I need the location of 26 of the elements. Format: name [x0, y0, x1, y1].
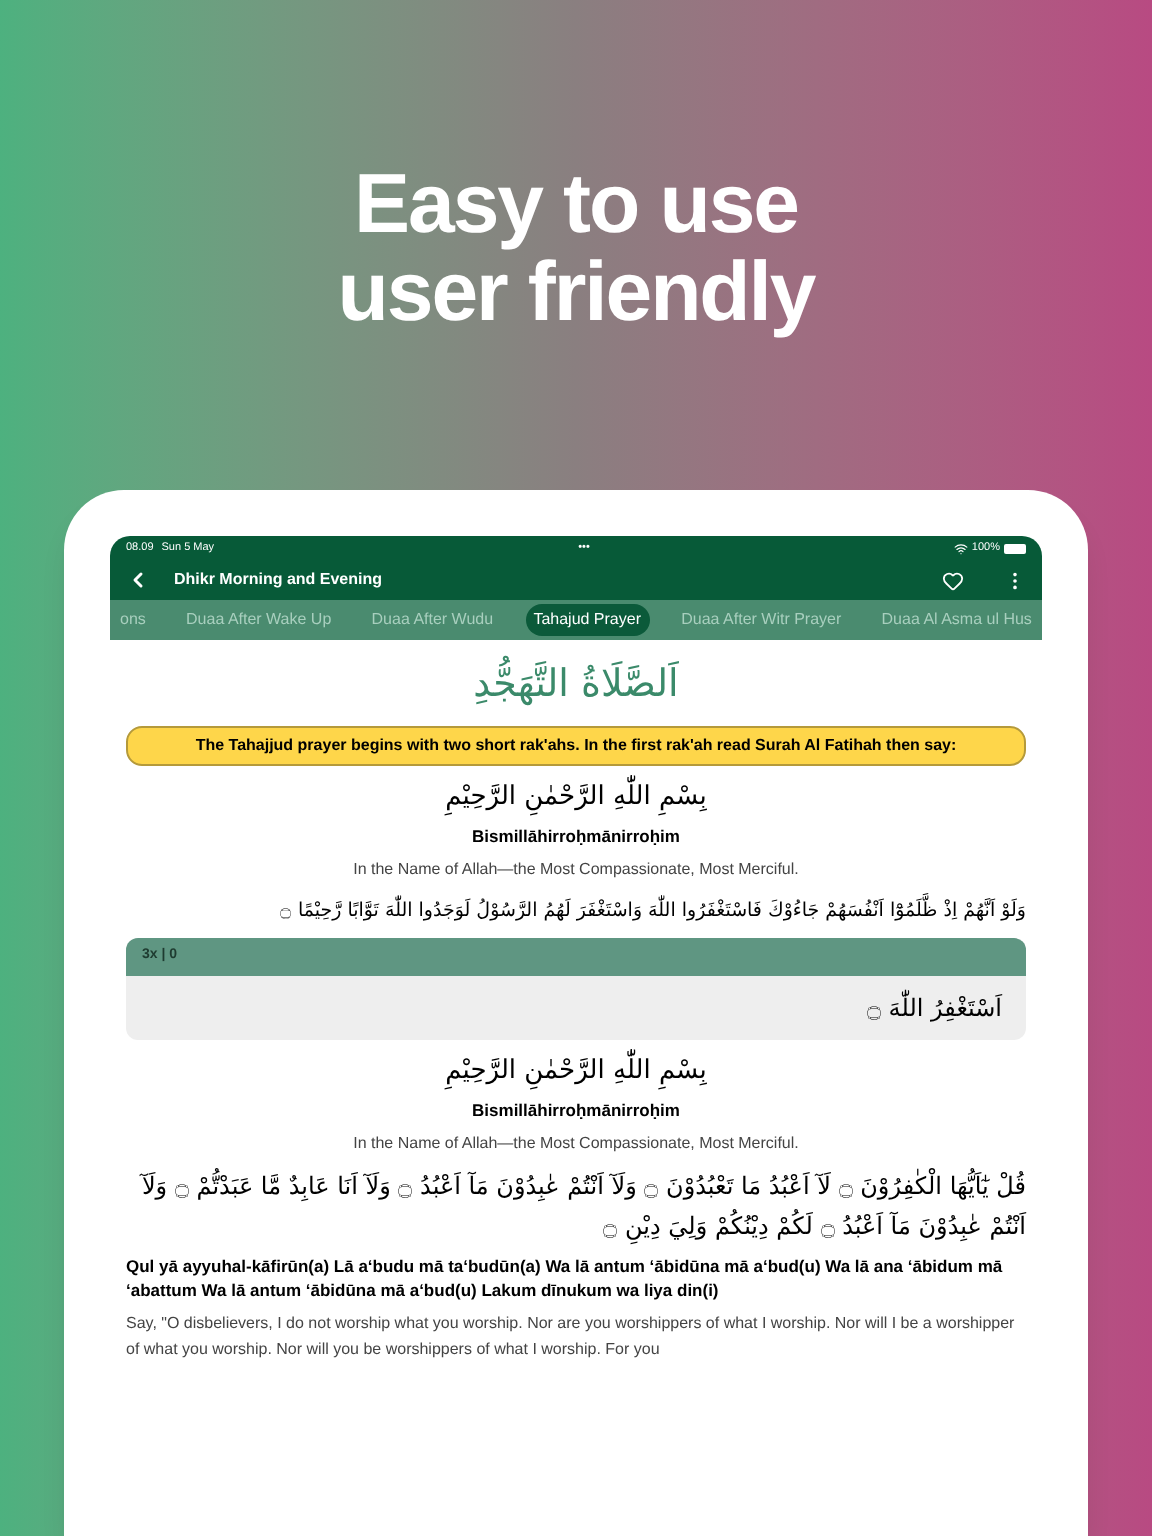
- tab[interactable]: Duaa After Wake Up: [178, 604, 340, 636]
- transliteration: Qul yā ayyuhal-kāfirūn(a) Lā aʻbudu mā taʻbudūn(a) Wa lā antum ʻābidūna mā aʻbud(u) Wa lā ana ʻābidum mā ʻabattum Wa lā antum ʻābidūna mā aʻbud(u) Lakum dīnukum wa liya din(i): [126, 1253, 1005, 1305]
- arabic-text: بِسْمِ اللّٰهِ الرَّحْمٰنِ الرَّحِيْمِ: [126, 1051, 1026, 1091]
- translation: Say, "O disbelievers, I do not worship what you worship. Nor are you worshippers of what I worship. Nor will I be a worshipper of what you worship. Nor will you be worshippers of what I worship. For you: [126, 1312, 1017, 1362]
- tab[interactable]: Tahajud Prayer: [525, 604, 649, 636]
- notice-banner: The Tahajjud prayer begins with two short rak'ahs. In the first rak'ah read Surah Al Fatihah then say:: [126, 725, 1026, 766]
- arabic-verse: وَلَوْ اَنَّهُمْ اِذْ ظَّلَمُوْٓا اَنْفُسَهُمْ جَاءُوْكَ فَاسْتَغْفَرُوا اللّٰهَ وَاسْتَغْفَرَ لَهُمُ الرَّسُوْلُ لَوَجَدُوا اللّٰهَ تَوَّابًا رَّحِيْمًا ۝: [126, 895, 1026, 926]
- headline: user friendly: [337, 248, 815, 337]
- headline: Easy to use: [354, 160, 798, 249]
- arabic-text: اَسْتَغْفِرُ اللّٰهَ ۝: [864, 987, 1005, 1026]
- heart-icon: [942, 569, 964, 591]
- transliteration: Bismillāhirroḥmānirroḥim: [470, 1098, 682, 1124]
- arabic-title: اَلصَّلَاةُ التَّهَجُّدِ: [126, 656, 1026, 713]
- favorite-button[interactable]: [942, 569, 964, 591]
- arabic-text: قُلْ يٰٓاَيُّهَا الْكٰفِرُوْنَ ۝ لَآ اَعْبُدُ مَا تَعْبُدُوْنَ ۝ وَلَآ اَنْتُمْ عٰبِدُوْنَ مَآ اَعْبُدُ ۝ وَلَآ اَنَا عَابِدٌ مَّا عَبَدْتُّمْ ۝ وَلَآ اَنْتُمْ عٰبِدُوْنَ مَآ اَعْبُدُ ۝ لَكُمْ دِيْنُكُمْ وَلِيَ دِيْنِ ۝: [137, 1168, 1026, 1246]
- tab[interactable]: Duaa Al Asma ul Hus: [873, 604, 1040, 636]
- translation: In the Name of Allah—the Most Compassionate, Most Merciful.: [351, 858, 801, 883]
- transliteration: Bismillāhirroḥmānirroḥim: [470, 824, 682, 851]
- translation: In the Name of Allah—the Most Compassionate, Most Merciful.: [351, 1131, 801, 1156]
- tab[interactable]: Duaa After Witr Prayer: [673, 604, 850, 636]
- tab[interactable]: Duaa After Wudu: [363, 604, 502, 636]
- tab[interactable]: ons: [112, 604, 154, 636]
- arabic-text: بِسْمِ اللّٰهِ الرَّحْمٰنِ الرَّحِيْمِ: [126, 777, 1026, 817]
- wifi-icon: [953, 541, 968, 555]
- battery-icon: [1003, 543, 1026, 553]
- toolbar-title: Dhikr Morning and Evening: [174, 568, 383, 592]
